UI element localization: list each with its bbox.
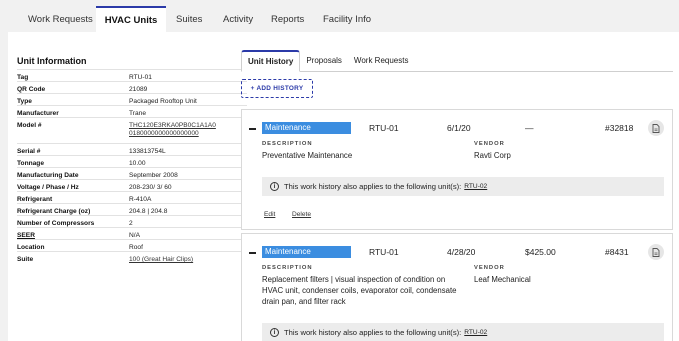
history-vendor: Leaf Mechanical [474,275,531,284]
suite-link[interactable]: 100 (Great Hair Clips) [129,252,247,265]
info-icon: i [270,182,279,191]
description-label: DESCRIPTION [262,141,313,147]
history-subtabs: Unit History Proposals Work Requests [241,50,673,72]
vendor-label: VENDOR [474,265,505,271]
description-label: DESCRIPTION [262,265,313,271]
info-icon: i [270,328,279,337]
info-row-refrigerant: Refrigerant R-410A [17,191,247,203]
info-row-compressors: Number of Compressors 2 [17,215,247,227]
history-card: Maintenance RTU-01 6/1/20 — #32818 DESCR… [241,109,673,230]
info-row-type: Type Packaged Rooftop Unit [17,93,247,105]
applies-unit-link[interactable]: RTU-02 [464,329,487,336]
history-number: #32818 [605,123,634,133]
document-icon[interactable] [648,244,664,260]
add-history-button[interactable]: + ADD HISTORY [241,79,313,98]
info-row-model: Model # THC120E3RKA0PB0C1A1A0 018000000000… [17,117,247,143]
tab-reports[interactable]: Reports [271,6,304,32]
main-panel: Unit Information Tag RTU-01 QR Code 21089 … [8,32,679,341]
tab-work-requests[interactable]: Work Requests [16,6,96,32]
unit-info-table: Tag RTU-01 QR Code 21089 Type Packaged Roof… [17,69,247,265]
tab-suites[interactable]: Suites [176,6,202,32]
history-unit: RTU-01 [369,123,399,133]
history-unit: RTU-01 [369,247,399,257]
collapse-icon[interactable] [249,252,256,254]
history-date: 4/28/20 [447,247,476,257]
history-card: Maintenance RTU-01 4/28/20 $425.00 #8431… [241,233,673,341]
info-row-location: Location Roof [17,239,247,251]
applies-note: i This work history also applies to the … [262,177,664,196]
tab-sub-work-requests[interactable]: Work Requests [348,49,415,71]
info-row-qr-code: QR Code 21089 [17,81,247,93]
history-description: Preventative Maintenance [262,151,353,160]
info-row-manufacturer: Manufacturer Trane [17,105,247,117]
tab-hvac-units[interactable]: HVAC Units [96,6,166,32]
history-cost: $425.00 [525,247,556,257]
document-icon[interactable] [648,120,664,136]
info-row-manufacturing-date: Manufacturing Date September 2008 [17,167,247,179]
tab-proposals[interactable]: Proposals [300,49,348,71]
edit-link[interactable]: Edit [264,211,275,218]
info-row-refrigerant-charge: Refrigerant Charge (oz) 204.8 | 204.8 [17,203,247,215]
history-description: Replacement filters | visual inspection … [262,275,457,306]
history-cost: — [525,123,534,133]
unit-info-title: Unit Information [17,56,87,66]
info-row-serial: Serial #133813754L [17,143,247,155]
model-number-link[interactable]: THC120E3RKA0PB0C1A1A0 0180000000000000000 [129,118,247,143]
info-row-tag: Tag RTU-01 [17,69,247,81]
info-row-voltage: Voltage / Phase / Hz 208-230/ 3/ 60 [17,179,247,191]
applies-note: i This work history also applies to the … [262,323,664,341]
history-date: 6/1/20 [447,123,471,133]
history-type-select[interactable]: Maintenance [262,246,351,258]
vendor-label: VENDOR [474,141,505,147]
info-row-seer: SEER N/A [17,227,247,239]
top-tab-bar: Work Requests HVAC Units Suites Activity… [0,6,679,32]
applies-unit-link[interactable]: RTU-02 [464,183,487,190]
info-row-suite: Suite 100 (Great Hair Clips) [17,251,247,265]
tab-activity[interactable]: Activity [223,6,253,32]
tab-unit-history[interactable]: Unit History [241,50,301,72]
history-type-select[interactable]: Maintenance [262,122,351,134]
history-number: #8431 [605,247,629,257]
delete-link[interactable]: Delete [292,211,311,218]
history-vendor: Ravti Corp [474,151,511,160]
info-row-tonnage: Tonnage 10.00 [17,155,247,167]
collapse-icon[interactable] [249,128,256,130]
tab-facility-info[interactable]: Facility Info [323,6,371,32]
